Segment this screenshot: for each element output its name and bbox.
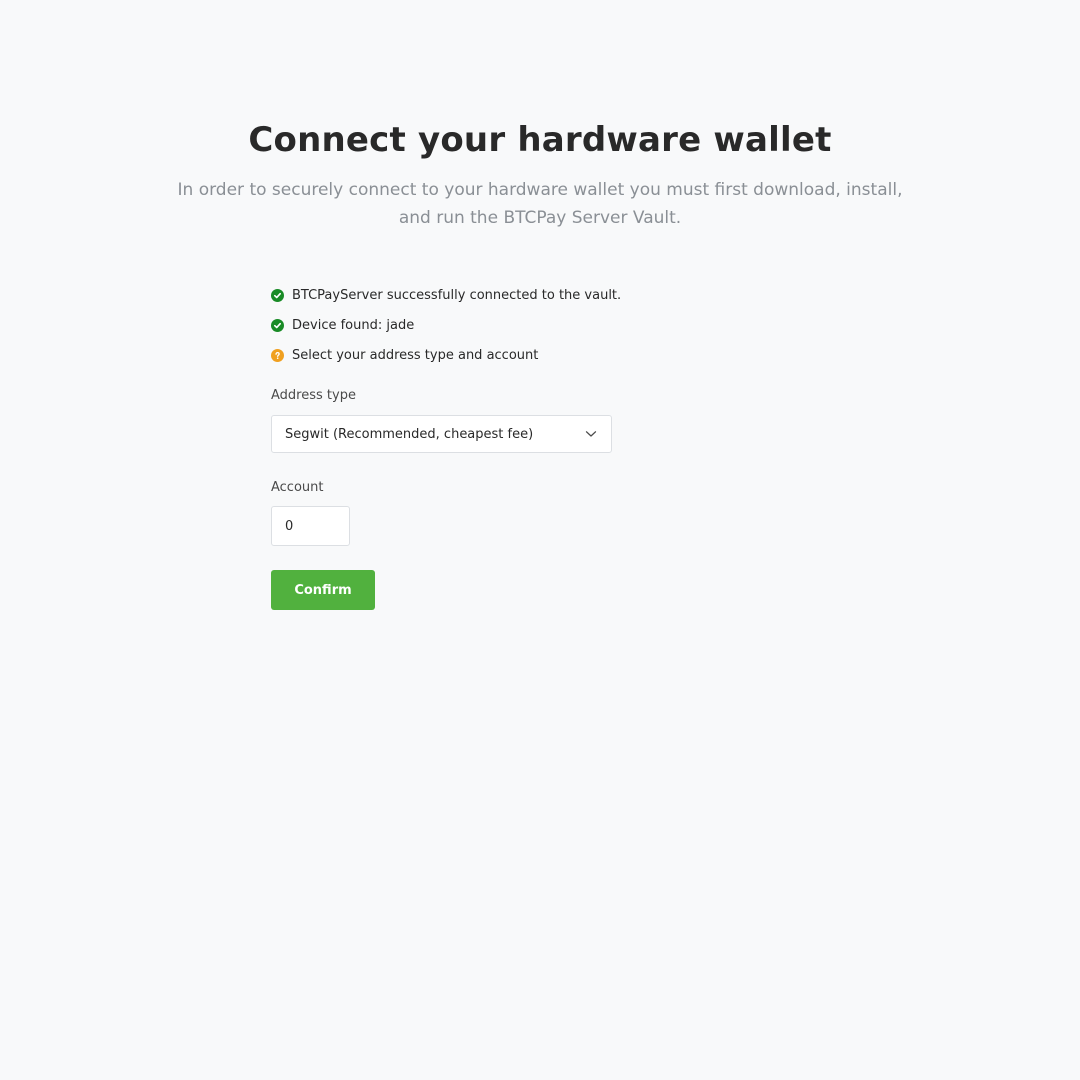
account-value: 0 — [285, 518, 294, 534]
chevron-down-icon — [585, 427, 597, 442]
question-circle-icon — [271, 348, 284, 362]
page: Connect your hardware wallet In order to… — [0, 0, 1080, 1080]
confirm-button[interactable]: Confirm — [271, 570, 375, 610]
page-header: Connect your hardware wallet In order to… — [0, 118, 1080, 232]
status-text: BTCPayServer successfully connected to t… — [292, 287, 622, 303]
page-lead: In order to securely connect to your har… — [177, 180, 903, 228]
status-list: BTCPayServer successfully connected to t… — [271, 280, 631, 370]
address-type-value: Segwit (Recommended, cheapest fee) — [285, 426, 534, 442]
account-input[interactable]: 0 — [271, 506, 350, 546]
vault-connect-form: BTCPayServer successfully connected to t… — [271, 280, 631, 610]
status-text: Device found: jade — [292, 317, 415, 333]
check-circle-icon — [271, 288, 284, 302]
account-label: Account — [271, 480, 324, 495]
status-text: Select your address type and account — [292, 347, 539, 363]
status-item-device-found: Device found: jade — [271, 310, 631, 340]
address-type-label: Address type — [271, 388, 356, 403]
address-type-select[interactable]: Segwit (Recommended, cheapest fee) — [271, 415, 612, 453]
check-circle-icon — [271, 318, 284, 332]
status-item-vault-connected: BTCPayServer successfully connected to t… — [271, 280, 631, 310]
page-title: Connect your hardware wallet — [248, 120, 832, 160]
status-item-select-address: Select your address type and account — [271, 340, 631, 370]
